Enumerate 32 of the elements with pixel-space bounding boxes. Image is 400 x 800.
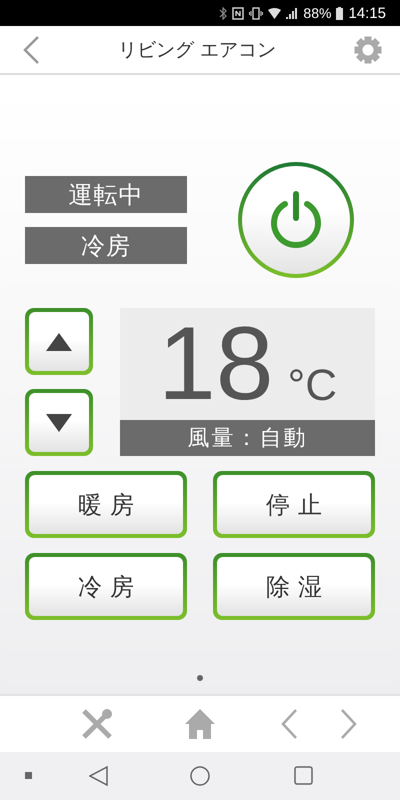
home-icon[interactable]: [190, 766, 210, 786]
down-triangle-icon: [46, 414, 72, 432]
screen-title: リビング エアコン: [118, 38, 276, 62]
wifi-icon: [268, 8, 282, 18]
next-icon[interactable]: [340, 708, 358, 740]
battery-icon: [336, 6, 344, 20]
recent-apps-icon[interactable]: [294, 766, 313, 785]
back-icon[interactable]: [89, 766, 109, 786]
mode-button[interactable]: 除 湿: [213, 553, 375, 620]
power-icon: [269, 191, 323, 249]
temperature-up-button[interactable]: [25, 308, 93, 375]
home-icon[interactable]: [184, 708, 216, 740]
mode-button[interactable]: 冷 房: [25, 553, 187, 620]
status-label: 運転中: [25, 176, 187, 213]
temperature-unit: °C: [288, 364, 338, 408]
status-label: 冷房: [25, 227, 187, 264]
tools-icon[interactable]: [81, 708, 113, 740]
temperature-down-button[interactable]: [25, 389, 93, 456]
bluetooth-icon: [219, 6, 228, 20]
nfc-icon: [232, 6, 244, 20]
clock-time: 14:15: [348, 4, 386, 22]
mode-button[interactable]: 停 止: [213, 471, 375, 538]
back-icon[interactable]: [22, 34, 40, 64]
fan-speed-label: 風量：自動: [120, 420, 375, 456]
mode-button[interactable]: 暖 房: [25, 471, 187, 538]
battery-percent: 88%: [303, 5, 332, 21]
settings-icon[interactable]: [354, 36, 382, 64]
signal-icon: [286, 7, 298, 19]
temperature-value: 18: [158, 312, 274, 416]
vibrate-icon: [249, 6, 264, 20]
up-triangle-icon: [46, 332, 72, 350]
previous-icon[interactable]: [280, 708, 298, 740]
